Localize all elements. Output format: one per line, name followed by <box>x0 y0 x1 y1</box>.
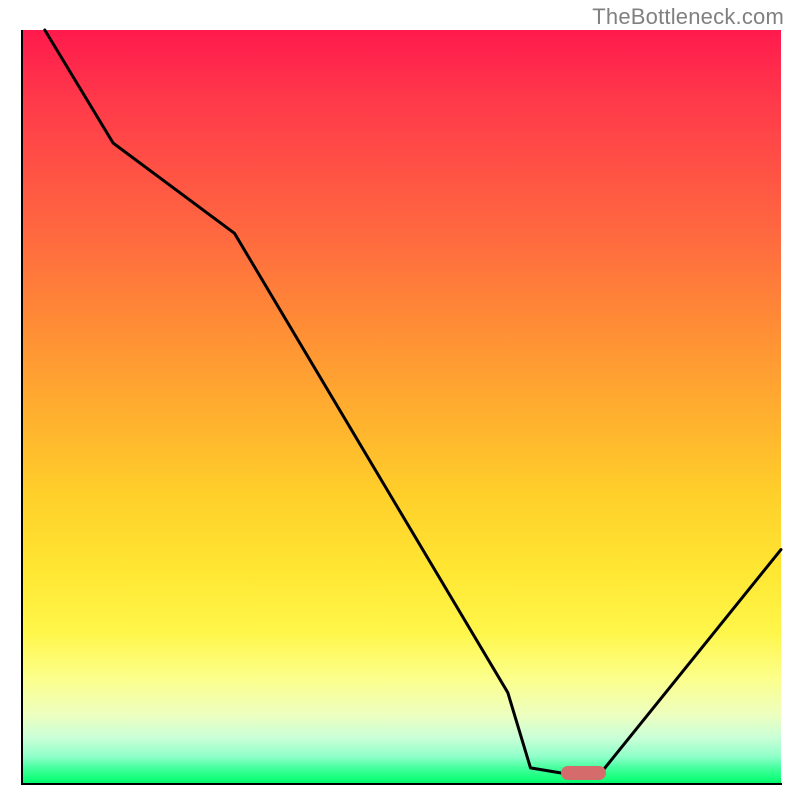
y-axis <box>21 30 23 784</box>
attribution-label: TheBottleneck.com <box>592 4 784 30</box>
chart-container: TheBottleneck.com <box>0 0 800 800</box>
data-line <box>45 30 781 776</box>
x-axis <box>21 783 782 785</box>
highlight-marker <box>561 766 607 780</box>
chart-svg <box>22 30 781 783</box>
